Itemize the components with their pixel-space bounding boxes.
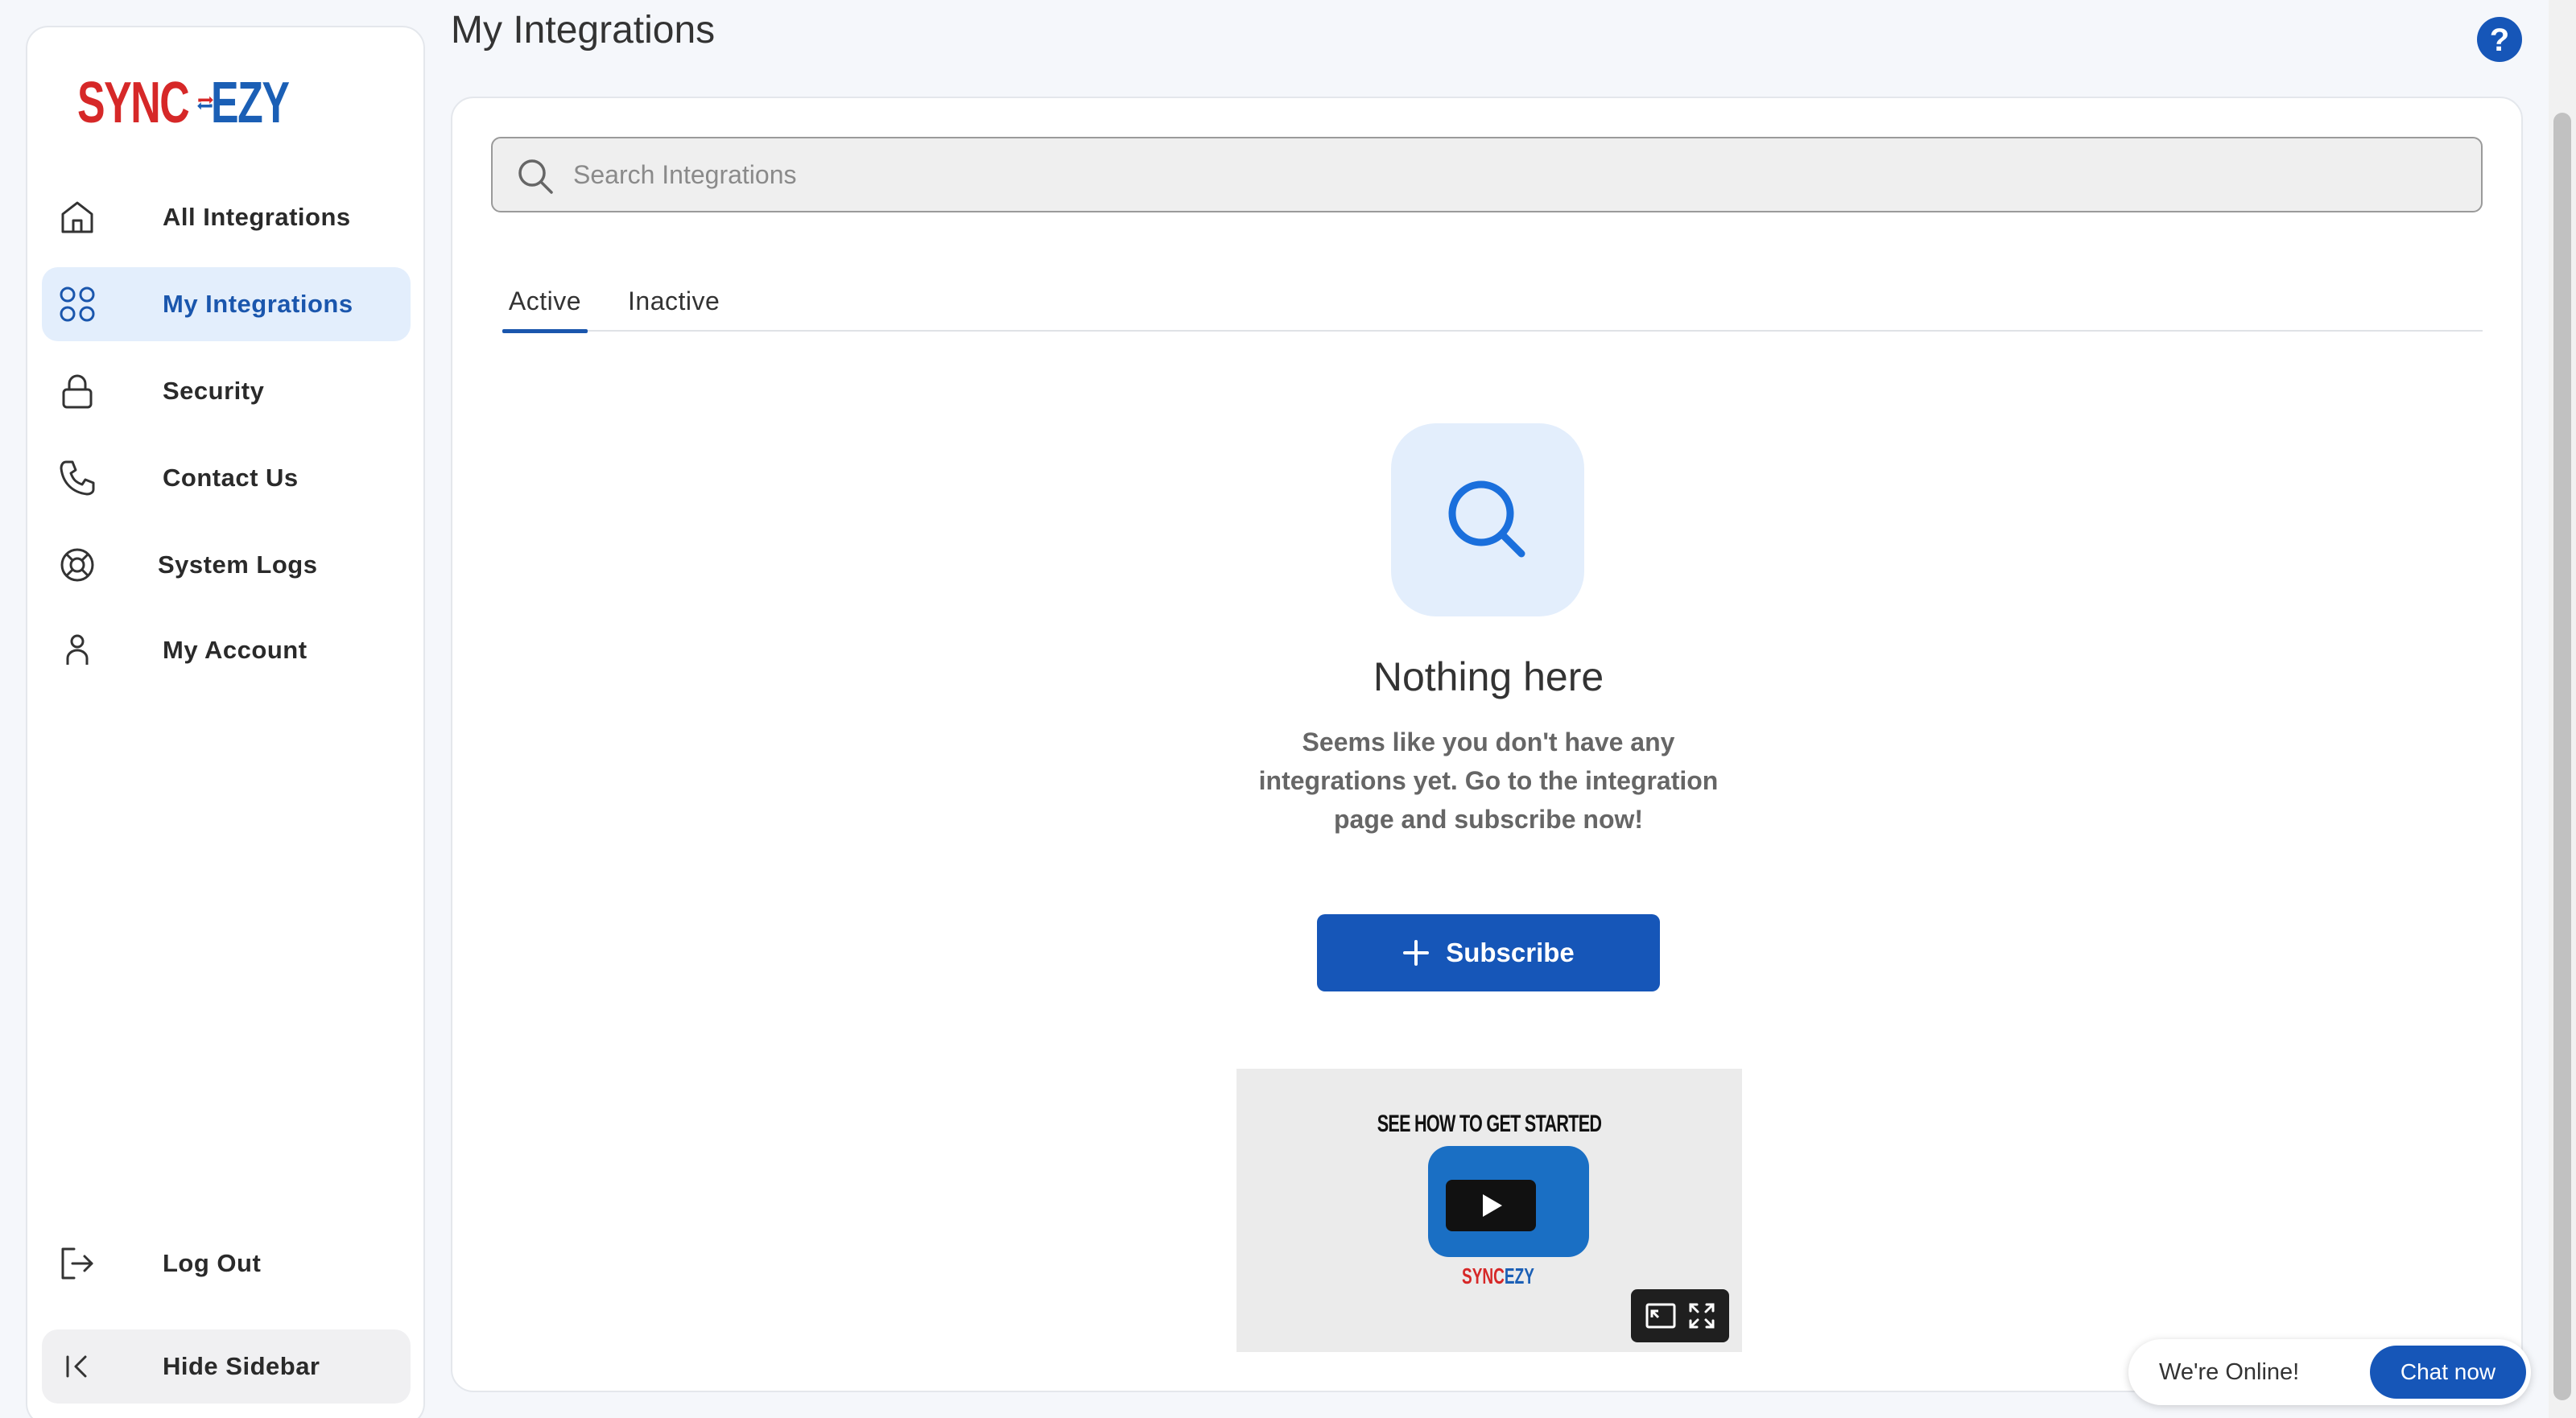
picture-in-picture-icon[interactable]: [1645, 1301, 1677, 1330]
logo-text-sync: SYNC: [77, 71, 190, 135]
fullscreen-icon[interactable]: [1687, 1301, 1716, 1330]
lock-icon: [62, 374, 93, 409]
sidebar: SYNC EZY All Integrations My Integration…: [26, 26, 425, 1418]
plus-icon: [1403, 940, 1430, 966]
scrollbar-thumb[interactable]: [2553, 113, 2571, 1400]
video-thumbnail: [1428, 1146, 1589, 1257]
integrations-card: Active Inactive Nothing here Seems like …: [451, 97, 2523, 1392]
sidebar-item-label: My Integrations: [163, 290, 353, 318]
home-icon: [61, 201, 93, 233]
collapse-left-icon: [66, 1355, 87, 1378]
page-title: My Integrations: [451, 9, 716, 52]
page-scrollbar[interactable]: [2549, 0, 2576, 1418]
empty-state-description: Seems like you don't have any integratio…: [1258, 728, 1719, 834]
subscribe-button[interactable]: Subscribe: [1317, 914, 1660, 991]
sidebar-item-label: All Integrations: [163, 203, 351, 231]
search-icon: [518, 159, 553, 194]
tab-inactive[interactable]: Inactive: [628, 283, 720, 332]
sidebar-item-my-account[interactable]: My Account: [42, 613, 411, 687]
sidebar-item-my-integrations[interactable]: My Integrations: [42, 267, 411, 341]
phone-icon: [60, 460, 95, 496]
sidebar-item-system-logs[interactable]: System Logs: [42, 528, 411, 602]
user-icon: [66, 634, 89, 665]
hide-sidebar-button[interactable]: Hide Sidebar: [42, 1329, 411, 1404]
sidebar-item-contact-us[interactable]: Contact Us: [42, 441, 411, 515]
grid-icon: [60, 286, 95, 322]
chat-now-button[interactable]: Chat now: [2370, 1346, 2526, 1399]
chat-widget[interactable]: We're Online! Chat now: [2128, 1339, 2531, 1405]
help-icon[interactable]: ?: [2476, 16, 2523, 63]
video-logo: SYNCEZY: [1462, 1263, 1534, 1288]
video-logo-ezy: EZY: [1504, 1263, 1534, 1288]
empty-state-title: Nothing here: [1373, 654, 1604, 699]
search-bar[interactable]: [491, 137, 2483, 212]
sidebar-item-label: System Logs: [158, 550, 318, 579]
video-caption: SEE HOW TO GET STARTED: [1377, 1111, 1602, 1137]
tab-active[interactable]: Active: [502, 283, 588, 333]
tab-bar: Active Inactive: [502, 283, 2483, 333]
subscribe-label: Subscribe: [1446, 938, 1575, 967]
sidebar-item-label: Contact Us: [163, 464, 299, 492]
chat-status: We're Online!: [2159, 1358, 2300, 1385]
sidebar-item-security[interactable]: Security: [42, 354, 411, 428]
logout-button[interactable]: Log Out: [42, 1226, 411, 1301]
search-input[interactable]: [573, 138, 2425, 211]
sidebar-item-label: My Account: [163, 636, 308, 664]
logout-icon: [61, 1247, 93, 1280]
svg-text:?: ?: [2490, 23, 2509, 58]
lifebuoy-icon: [60, 548, 94, 582]
logo-text-ezy: EZY: [210, 71, 290, 135]
getting-started-video[interactable]: SEE HOW TO GET STARTED SYNCEZY: [1236, 1069, 1742, 1352]
sidebar-item-all-integrations[interactable]: All Integrations: [42, 180, 411, 254]
sidebar-item-label: Security: [163, 377, 265, 405]
video-screen: [1446, 1180, 1536, 1231]
video-controls: [1631, 1289, 1729, 1342]
empty-state-illustration: [1391, 423, 1584, 616]
play-icon: [1483, 1194, 1502, 1217]
search-icon: [1448, 480, 1525, 558]
hide-sidebar-label: Hide Sidebar: [163, 1352, 320, 1380]
logout-label: Log Out: [163, 1249, 262, 1277]
syncezy-logo[interactable]: SYNC EZY: [77, 63, 319, 143]
